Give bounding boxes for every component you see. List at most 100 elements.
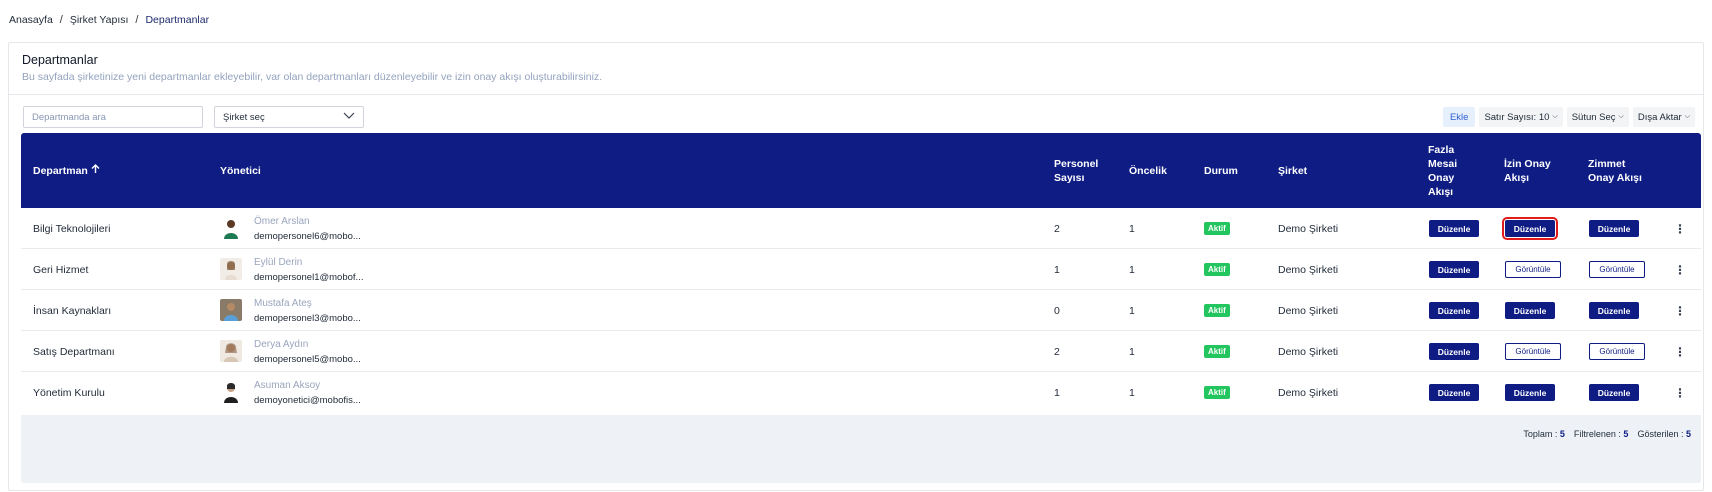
column-header-label: Mesai (1428, 157, 1458, 170)
leave-flow-edit-button[interactable]: Düzenle (1505, 302, 1555, 319)
leave-flow-edit-button[interactable]: Düzenle (1505, 384, 1555, 401)
department-name: Satış Departmanı (33, 345, 115, 358)
column-header-label: Akışı (1428, 185, 1454, 198)
breadcrumb-home[interactable]: Anasayfa (9, 14, 53, 26)
column-header-label: İzin Onay (1504, 157, 1551, 170)
avatar (220, 299, 242, 321)
column-header-label: Onay Akışı (1588, 171, 1642, 184)
more-options-icon[interactable]: ⋮ (1674, 290, 1686, 331)
column-header-label: Sayısı (1054, 171, 1085, 184)
table-header: Departman Yönetici Personel Sayısı Önceli… (21, 133, 1701, 208)
status-badge: Aktif (1204, 386, 1230, 399)
manager-name: Mustafa Ateş (254, 298, 312, 309)
manager-name: Derya Aydın (254, 339, 309, 350)
filtered-count: 5 (1623, 429, 1629, 439)
manager-email: demopersonel6@mobo... (254, 231, 361, 242)
export-dropdown[interactable]: Dışa Aktar ⌵ (1632, 107, 1695, 127)
page-subtitle: Bu sayfada şirketinize yeni departmanlar… (22, 71, 603, 83)
rows-per-page-label: Satır Sayısı: 10 (1484, 111, 1550, 123)
overtime-flow-edit-button[interactable]: Düzenle (1429, 220, 1479, 237)
company-name: Demo Şirketi (1278, 222, 1339, 235)
departments-table: Departman Yönetici Personel Sayısı Önceli… (21, 133, 1701, 483)
table-row[interactable]: Yönetim Kurulu Asuman Aksoy demoyonetici… (21, 372, 1701, 413)
overtime-flow-edit-button[interactable]: Düzenle (1429, 261, 1479, 278)
column-header-manager[interactable]: Yönetici (220, 133, 261, 208)
column-select-dropdown[interactable]: Sütun Seç ⌵ (1566, 107, 1629, 127)
column-header-asset-flow[interactable]: Zimmet Onay Akışı (1588, 133, 1642, 208)
status-badge: Aktif (1204, 222, 1230, 235)
priority: 1 (1129, 345, 1135, 358)
asset-flow-edit-button[interactable]: Düzenle (1589, 302, 1639, 319)
table-footer: Toplam : 5 Filtrelenen : 5 Gösterilen : … (21, 415, 1701, 483)
column-header-leave-flow[interactable]: İzin Onay Akışı (1504, 133, 1551, 208)
more-options-icon[interactable]: ⋮ (1674, 372, 1686, 413)
column-header-label: Akışı (1504, 171, 1530, 184)
column-header-label: Zimmet (1588, 157, 1626, 170)
rows-per-page-dropdown[interactable]: Satır Sayısı: 10 ⌵ (1479, 107, 1563, 127)
priority: 1 (1129, 263, 1135, 276)
overtime-flow-edit-button[interactable]: Düzenle (1429, 302, 1479, 319)
column-header-priority[interactable]: Öncelik (1129, 133, 1167, 208)
table-row[interactable]: Geri Hizmet Eylül Derin demopersonel1@mo… (21, 249, 1701, 290)
manager-email: demopersonel3@mobo... (254, 313, 361, 324)
column-header-department[interactable]: Departman (33, 133, 100, 208)
company-name: Demo Şirketi (1278, 386, 1339, 399)
breadcrumb-parent[interactable]: Şirket Yapısı (70, 14, 129, 26)
departments-card: Departmanlar Bu sayfada şirketinize yeni… (8, 42, 1704, 491)
asset-flow-edit-button[interactable]: Düzenle (1589, 384, 1639, 401)
avatar (220, 258, 242, 280)
avatar (220, 340, 242, 362)
column-header-label: Departman (33, 164, 88, 177)
add-button[interactable]: Ekle (1442, 107, 1476, 127)
asset-flow-view-button[interactable]: Görüntüle (1589, 261, 1645, 278)
chevron-down-icon: ⌵ (1618, 113, 1624, 120)
leave-flow-view-button[interactable]: Görüntüle (1505, 343, 1561, 360)
chevron-down-icon: ⌵ (1684, 113, 1690, 120)
sort-ascending-icon (91, 163, 100, 178)
column-header-company[interactable]: Şirket (1278, 133, 1307, 208)
breadcrumb-separator: / (59, 14, 63, 26)
asset-flow-edit-button[interactable]: Düzenle (1589, 220, 1639, 237)
avatar (220, 217, 242, 239)
priority: 1 (1129, 304, 1135, 317)
more-options-icon[interactable]: ⋮ (1674, 331, 1686, 372)
leave-flow-edit-button[interactable]: Düzenle (1502, 217, 1558, 240)
shown-count: 5 (1685, 429, 1691, 439)
overtime-flow-edit-button[interactable]: Düzenle (1429, 384, 1479, 401)
leave-flow-view-button[interactable]: Görüntüle (1505, 261, 1561, 278)
more-options-icon[interactable]: ⋮ (1674, 208, 1686, 249)
department-name: Geri Hizmet (33, 263, 89, 276)
column-header-staff-count[interactable]: Personel Sayısı (1054, 133, 1098, 208)
chevron-down-icon: ⌵ (1552, 113, 1558, 120)
company-select-value: Şirket seç (223, 111, 265, 123)
department-name: Yönetim Kurulu (33, 386, 105, 399)
priority: 1 (1129, 386, 1135, 399)
table-row[interactable]: İnsan Kaynakları Mustafa Ateş demoperson… (21, 290, 1701, 331)
table-toolbar: Ekle Satır Sayısı: 10 ⌵ Sütun Seç ⌵ Dışa… (1442, 107, 1695, 127)
column-header-status[interactable]: Durum (1204, 133, 1238, 208)
column-header-overtime-flow[interactable]: Fazla Mesai Onay Akışı (1428, 133, 1457, 208)
column-header-label: Onay (1428, 171, 1455, 184)
staff-count: 0 (1054, 304, 1060, 317)
staff-count: 1 (1054, 263, 1060, 276)
department-name: İnsan Kaynakları (33, 304, 112, 317)
staff-count: 2 (1054, 345, 1060, 358)
avatar (220, 381, 242, 403)
page-title: Departmanlar (22, 53, 98, 67)
department-name: Bilgi Teknolojileri (33, 222, 111, 235)
status-badge: Aktif (1204, 263, 1230, 276)
manager-name: Asuman Aksoy (254, 380, 321, 391)
manager-email: demopersonel5@mobo... (254, 354, 361, 365)
status-badge: Aktif (1204, 304, 1230, 317)
filtered-label: Filtrelenen : (1573, 429, 1621, 439)
column-select-label: Sütun Seç (1571, 111, 1616, 123)
overtime-flow-edit-button[interactable]: Düzenle (1429, 343, 1479, 360)
more-options-icon[interactable]: ⋮ (1674, 249, 1686, 290)
table-summary: Toplam : 5 Filtrelenen : 5 Gösterilen : … (1523, 429, 1691, 439)
search-input[interactable] (23, 106, 203, 128)
asset-flow-view-button[interactable]: Görüntüle (1589, 343, 1645, 360)
table-row[interactable]: Satış Departmanı Derya Aydın demopersone… (21, 331, 1701, 372)
company-select[interactable]: Şirket seç (214, 106, 364, 128)
table-row[interactable]: Bilgi Teknolojileri Ömer Arslan demopers… (21, 208, 1701, 249)
company-name: Demo Şirketi (1278, 263, 1339, 276)
